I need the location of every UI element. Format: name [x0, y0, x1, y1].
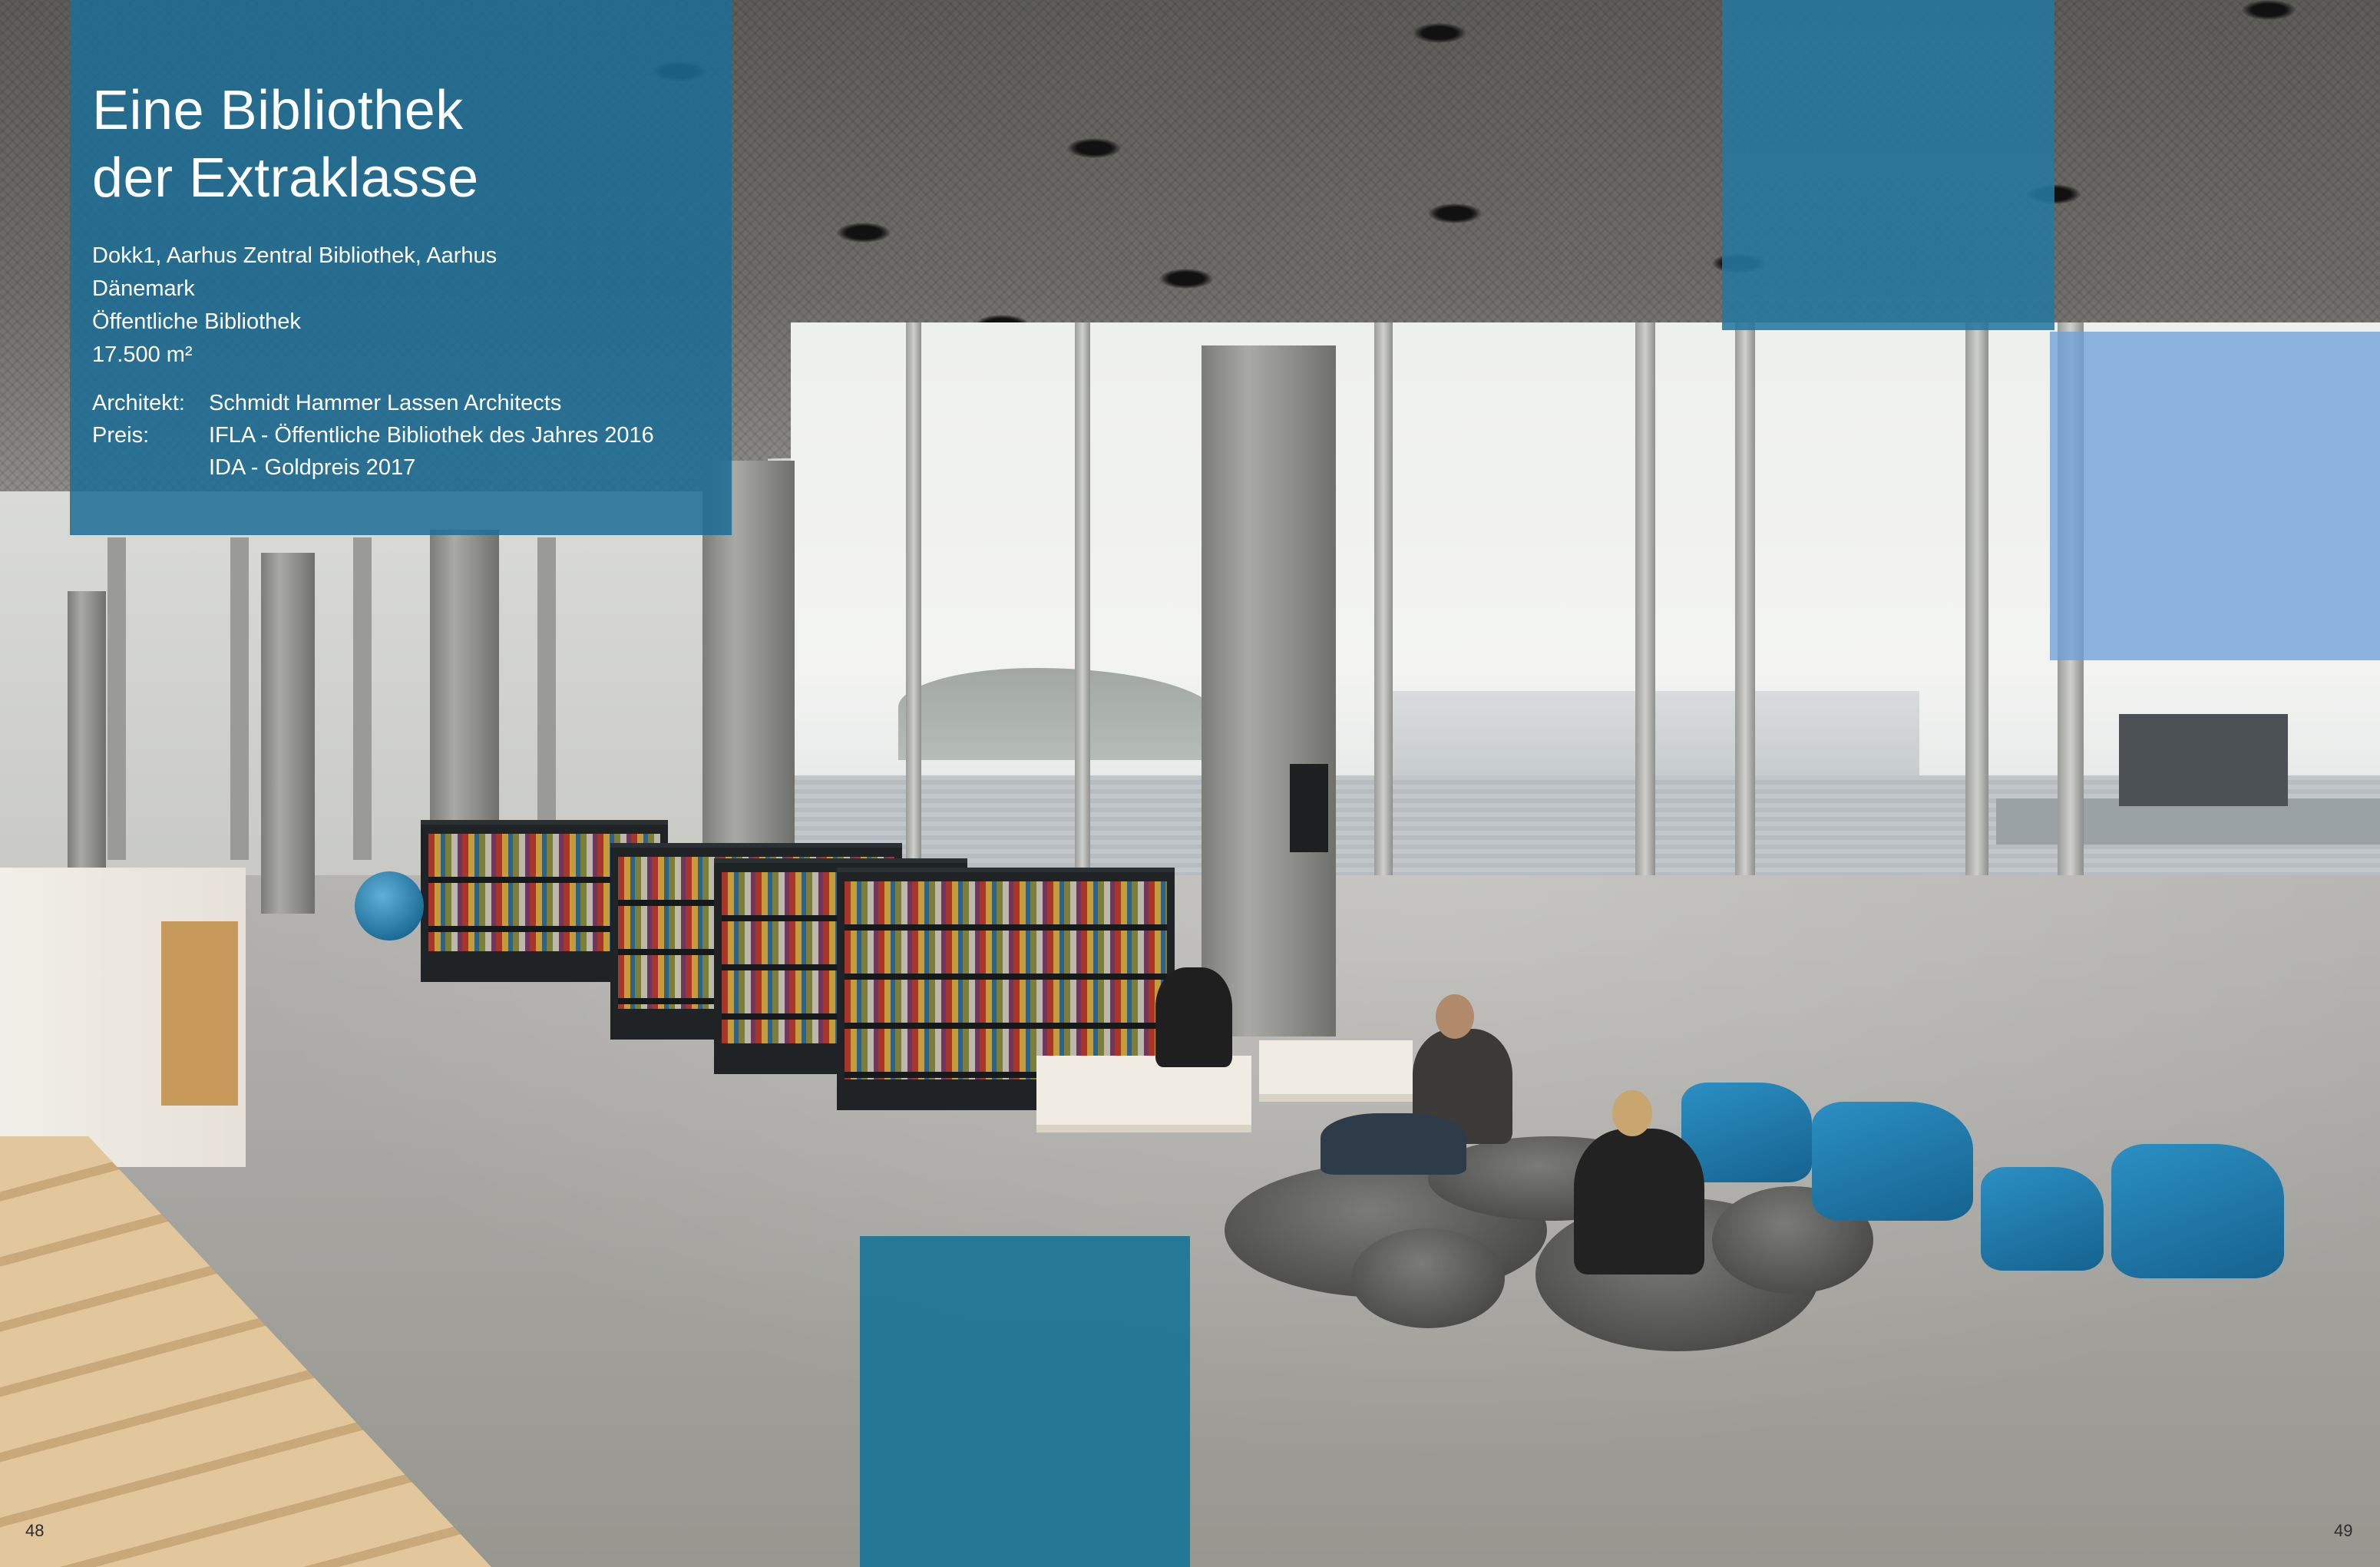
hall-window-frame [107, 537, 126, 860]
kiosk-niche [161, 921, 238, 1106]
award-value-1: IFLA - Öffentliche Bibliothek des Jahres… [209, 423, 654, 448]
hall-window-frame [230, 537, 249, 860]
page-number-right: 49 [2334, 1521, 2353, 1540]
hall-window-frame [537, 537, 556, 860]
speaker [1290, 764, 1328, 852]
project-credits: Architekt: Schmidt Hammer Lassen Archite… [92, 387, 654, 484]
project-type: Öffentliche Bibliothek [92, 309, 301, 334]
concrete-column [68, 591, 106, 914]
globe [355, 871, 424, 941]
blue-rocking-chair [1981, 1167, 2104, 1271]
blue-rocking-chair [1812, 1102, 1973, 1221]
ceiling-light [1428, 203, 1482, 223]
ceiling-light [1067, 138, 1121, 158]
person [1574, 1129, 1704, 1274]
architect-row: Architekt: Schmidt Hammer Lassen Archite… [92, 387, 654, 419]
project-location: Dokk1, Aarhus Zentral Bibliothek, Aarhus [92, 243, 497, 268]
project-details: Dokk1, Aarhus Zentral Bibliothek, Aarhus… [92, 240, 497, 372]
decorative-light-blue-square [2050, 332, 2380, 660]
pier-building [2119, 714, 2288, 806]
person-head [1436, 994, 1474, 1039]
architect-value: Schmidt Hammer Lassen Architects [209, 391, 562, 415]
pouf [1351, 1228, 1505, 1328]
ceiling-light [837, 223, 891, 243]
play-table [1259, 1040, 1413, 1102]
project-area: 17.500 m² [92, 342, 193, 367]
person [1321, 1113, 1466, 1175]
hall-window-frame [353, 537, 372, 860]
ceiling-light [1159, 269, 1213, 289]
blue-rocking-chair [2111, 1144, 2284, 1278]
project-country: Dänemark [92, 276, 195, 301]
award-label: Preis: [92, 423, 150, 448]
concrete-column [261, 553, 315, 914]
award-row: Preis: IFLA - Öffentliche Bibliothek des… [92, 419, 654, 451]
play-table [1036, 1056, 1251, 1132]
ceiling-light [2242, 0, 2296, 20]
page-number-left: 48 [25, 1521, 45, 1540]
concrete-column [1202, 345, 1336, 1036]
person [1155, 967, 1232, 1067]
award-value-2: IDA - Goldpreis 2017 [209, 455, 416, 480]
architect-label: Architekt: [92, 391, 185, 415]
person-head [1612, 1090, 1652, 1136]
ceiling-light [1413, 23, 1466, 43]
page-title: Eine Bibliothek der Extraklasse [92, 80, 479, 209]
decorative-blue-square [860, 1236, 1190, 1567]
award-row-2: IDA - Goldpreis 2017 [92, 451, 654, 484]
decorative-blue-square [1722, 0, 2054, 330]
